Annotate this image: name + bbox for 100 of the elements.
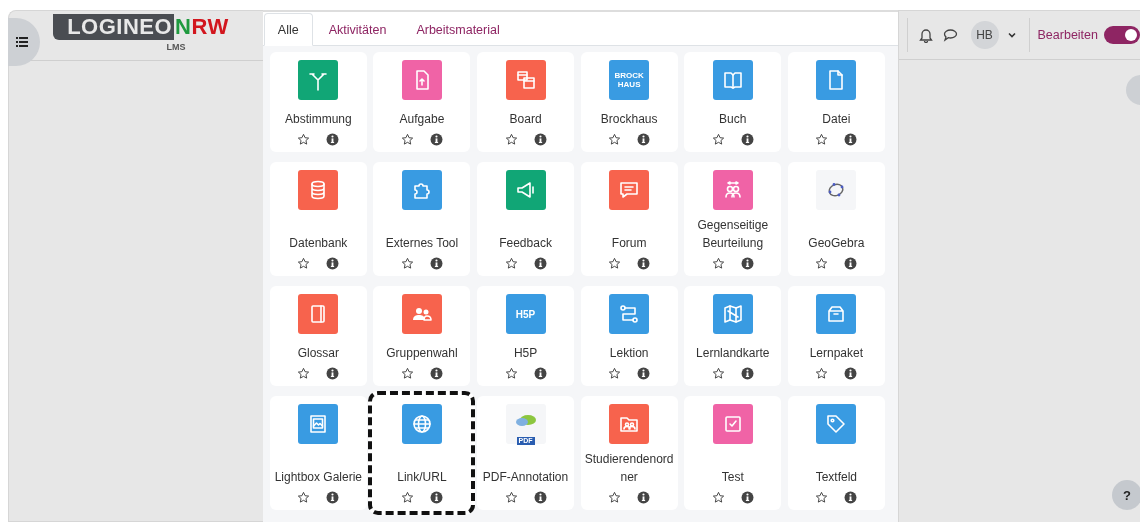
module-name: Gegenseitige Beurteilung [696,217,770,252]
module-card[interactable]: BROCK HAUS Brockhaus [580,52,678,152]
module-name: Datenbank [289,235,348,252]
info-icon[interactable] [637,491,651,504]
module-card[interactable]: Lightbox Galerie [269,396,367,510]
module-card[interactable]: Gegenseitige Beurteilung [684,162,782,276]
info-icon[interactable] [326,367,340,380]
module-card[interactable]: H5P H5P [477,286,575,386]
module-card[interactable]: Textfeld [787,396,885,510]
info-icon[interactable] [637,133,651,146]
info-icon[interactable] [844,133,858,146]
star-icon[interactable] [400,491,414,504]
star-icon[interactable] [608,367,622,380]
star-icon[interactable] [504,133,518,146]
info-icon[interactable] [429,491,443,504]
module-name: GeoGebra [808,235,865,252]
info-icon[interactable] [533,133,547,146]
module-card[interactable]: Externes Tool [373,162,471,276]
module-card[interactable]: Aufgabe [373,52,471,152]
info-icon[interactable] [740,133,754,146]
module-name: Datei [822,111,851,128]
list-icon [16,37,28,47]
info-icon[interactable] [533,367,547,380]
module-card[interactable]: Glossar [269,286,367,386]
module-name: Forum [611,235,647,252]
info-icon[interactable] [844,491,858,504]
logo[interactable]: LOGINEO NRW [53,14,229,40]
tab[interactable]: Alle [263,13,313,46]
module-name: Lernpaket [809,345,863,362]
drawer-toggle-button[interactable] [8,18,40,66]
star-icon[interactable] [504,367,518,380]
module-card[interactable]: Forum [580,162,678,276]
module-card[interactable]: Lektion [580,286,678,386]
module-name: Link/URL [397,469,447,486]
info-icon[interactable] [637,367,651,380]
star-icon[interactable] [711,133,725,146]
module-card[interactable]: Datei [787,52,885,152]
star-icon[interactable] [711,257,725,270]
module-card[interactable]: Board [477,52,575,152]
info-icon[interactable] [429,367,443,380]
logo-text: BROCK HAUS [614,71,645,89]
info-icon[interactable] [326,133,340,146]
star-icon[interactable] [711,491,725,504]
module-name: Externes Tool [385,235,459,252]
info-icon[interactable] [326,491,340,504]
user-avatar[interactable]: HB [970,21,999,49]
star-icon[interactable] [711,367,725,380]
module-card[interactable]: Datenbank [269,162,367,276]
module-card[interactable]: Lernlandkarte [684,286,782,386]
module-card[interactable]: Lernpaket [787,286,885,386]
star-icon[interactable] [815,133,829,146]
star-icon[interactable] [297,367,311,380]
star-icon[interactable] [297,133,311,146]
star-icon[interactable] [400,257,414,270]
module-card[interactable]: Feedback [477,162,575,276]
info-icon[interactable] [429,257,443,270]
info-icon[interactable] [740,367,754,380]
help-button[interactable]: ? [1112,480,1140,510]
module-card[interactable]: Abstimmung [269,52,367,152]
star-icon[interactable] [608,491,622,504]
star-icon[interactable] [504,491,518,504]
module-card[interactable]: Studierendenordner [580,396,678,510]
star-icon[interactable] [608,133,622,146]
module-card[interactable]: Gruppenwahl [373,286,471,386]
tab[interactable]: Aktivitäten [314,13,401,46]
module-name: H5P [513,345,538,362]
module-name: Test [721,469,744,486]
module-card[interactable]: GeoGebra [787,162,885,276]
star-icon[interactable] [297,491,311,504]
module-name: PDF-Annotation [482,469,569,486]
logo-text: H5P [515,309,536,319]
star-icon[interactable] [815,257,829,270]
module-name: Buch [719,111,747,128]
module-name: Board [509,111,542,128]
star-icon[interactable] [815,367,829,380]
star-icon[interactable] [297,257,311,270]
module-card[interactable]: Buch [684,52,782,152]
info-icon[interactable] [740,257,754,270]
module-name: Brockhaus [600,111,658,128]
edit-mode-label: Bearbeiten [1037,28,1098,42]
tab[interactable]: Arbeitsmaterial [402,13,514,46]
highlighted-module-card[interactable]: Link/URL [368,391,476,515]
star-icon[interactable] [400,367,414,380]
module-name: Aufgabe [399,111,445,128]
module-card[interactable]: Test [684,396,782,510]
module-name: Lektion [609,345,649,362]
info-icon[interactable] [637,257,651,270]
info-icon[interactable] [429,133,443,146]
info-icon[interactable] [533,491,547,504]
info-icon[interactable] [533,257,547,270]
info-icon[interactable] [326,257,340,270]
info-icon[interactable] [844,257,858,270]
module-name: Studierendenordner [583,451,675,486]
edit-mode-switch[interactable] [1104,26,1140,44]
star-icon[interactable] [815,491,829,504]
star-icon[interactable] [400,133,414,146]
star-icon[interactable] [608,257,622,270]
star-icon[interactable] [504,257,518,270]
info-icon[interactable] [844,367,858,380]
info-icon[interactable] [740,491,754,504]
